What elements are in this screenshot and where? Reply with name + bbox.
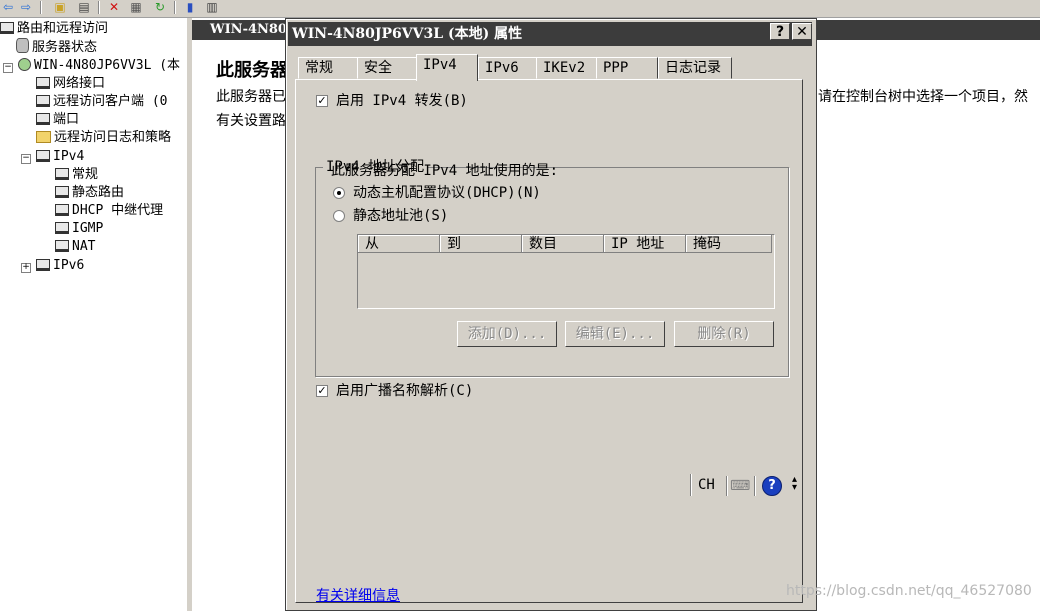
watermark: https://blog.csdn.net/qq_46527080 [786, 583, 1032, 599]
tree-item-network-interfaces[interactable]: 网络接口 [36, 75, 105, 93]
ipv6-icon [36, 259, 50, 271]
tab-ppp[interactable]: PPP [596, 57, 658, 79]
tree-item-ipv4[interactable]: IPv4 [36, 148, 84, 166]
tree-item-routing-remote-access[interactable]: 路由和远程访问 [0, 20, 108, 38]
tree-item-dhcp-relay[interactable]: DHCP 中继代理 [55, 202, 163, 220]
server-status-icon [16, 38, 29, 53]
column-from[interactable]: 从 [358, 235, 440, 253]
ports-icon [36, 113, 50, 125]
dialog-title: WIN-4N80JP6VV3L (本地) 属性 [292, 26, 523, 42]
details-title: 此服务器 [216, 60, 288, 81]
dhcp-relay-icon [55, 204, 69, 216]
static-routes-icon [55, 186, 69, 198]
tree-item-logging-policy[interactable]: 远程访问日志和策略 [36, 129, 171, 147]
server-icon [18, 58, 31, 71]
help-button[interactable]: ? [770, 23, 790, 40]
remote-client-icon [36, 95, 50, 107]
enable-broadcast-label: 启用广播名称解析(C) [336, 383, 474, 399]
enable-ipv4-forwarding-label: 启用 IPv4 转发(B) [336, 93, 468, 109]
console-pane-icon[interactable]: ▥ [204, 0, 220, 14]
tab-general[interactable]: 常规 [298, 57, 360, 79]
toolbar: ⇦ ⇨ ▣ ▤ ✕ ▦ ↻ ▮ ▥ [0, 0, 1040, 18]
up-folder-icon[interactable]: ▣ [52, 0, 68, 14]
tab-ipv4[interactable]: IPv4 [416, 54, 478, 81]
column-mask[interactable]: 掩码 [686, 235, 772, 253]
static-pool-radio-label: 静态地址池(S) [353, 208, 449, 224]
column-count[interactable]: 数目 [522, 235, 604, 253]
tree-item-general[interactable]: 常规 [55, 166, 98, 184]
refresh-icon[interactable]: ↻ [152, 0, 168, 14]
address-pool-list[interactable]: 从 到 数目 IP 地址 掩码 [357, 234, 775, 309]
enable-broadcast-checkbox[interactable]: ✓ [316, 385, 328, 397]
more-info-link[interactable]: 有关详细信息 [316, 585, 400, 605]
properties-icon[interactable]: ▦ [128, 0, 144, 14]
tree-item-server-status[interactable]: 服务器状态 [16, 38, 97, 56]
close-button[interactable]: ✕ [792, 23, 812, 40]
collapse-icon[interactable]: − [3, 63, 13, 73]
tree-item-server[interactable]: WIN-4N80JP6VV3L (本 [18, 57, 180, 75]
options-arrow-icon[interactable]: ▴ ▾ [792, 475, 797, 493]
tree-item-ports[interactable]: 端口 [36, 111, 79, 129]
delete-button[interactable]: 删除(R) [674, 321, 774, 347]
forward-arrow-icon[interactable]: ⇨ [18, 0, 34, 14]
general-icon [55, 168, 69, 180]
column-to[interactable]: 到 [440, 235, 522, 253]
igmp-icon [55, 222, 69, 234]
column-ip-address[interactable]: IP 地址 [604, 235, 686, 253]
help-icon[interactable]: ? [762, 476, 782, 496]
folder-icon [36, 131, 51, 143]
dhcp-radio-label: 动态主机配置协议(DHCP)(N) [353, 185, 541, 201]
static-pool-radio[interactable] [333, 210, 345, 222]
computer-icon [0, 22, 14, 34]
network-interface-icon [36, 77, 50, 89]
edit-button[interactable]: 编辑(E)... [565, 321, 665, 347]
language-indicator[interactable]: CH [698, 477, 715, 493]
tree-item-ipv6[interactable]: IPv6 [36, 257, 84, 275]
back-arrow-icon[interactable]: ⇦ [0, 0, 16, 14]
dhcp-radio[interactable] [333, 187, 345, 199]
nat-icon [55, 240, 69, 252]
ipv4-icon [36, 150, 50, 162]
delete-icon[interactable]: ✕ [106, 0, 122, 14]
tab-ipv6[interactable]: IPv6 [478, 57, 538, 79]
tab-security[interactable]: 安全 [357, 57, 419, 79]
properties-dialog: WIN-4N80JP6VV3L (本地) 属性 ? ✕ 常规 安全 IPv4 I… [285, 18, 817, 611]
help-book-icon[interactable]: ▮ [182, 0, 198, 14]
details-text-right: 请在控制台树中选择一个项目，然 [818, 89, 1028, 105]
keyboard-icon[interactable]: ⌨ [730, 478, 750, 494]
collapse-icon[interactable]: − [21, 154, 31, 164]
tree-item-remote-clients[interactable]: 远程访问客户端 (0 [36, 93, 167, 111]
tree-item-igmp[interactable]: IGMP [55, 220, 103, 238]
enable-ipv4-forwarding-checkbox[interactable]: ✓ [316, 95, 328, 107]
add-button[interactable]: 添加(D)... [457, 321, 557, 347]
tree-item-static-routes[interactable]: 静态路由 [55, 184, 124, 202]
expand-icon[interactable]: + [21, 263, 31, 273]
address-assignment-description: 此服务器分配 IPv4 地址使用的是: [331, 163, 559, 179]
details-text-line1: 此服务器已 [216, 89, 286, 105]
details-text-line2: 有关设置路 [216, 113, 286, 129]
tab-logging[interactable]: 日志记录 [658, 57, 732, 79]
tree-item-nat[interactable]: NAT [55, 238, 95, 256]
dialog-title-bar[interactable]: WIN-4N80JP6VV3L (本地) 属性 [288, 22, 812, 46]
tab-ikev2[interactable]: IKEv2 [536, 57, 598, 79]
console-tree: 路由和远程访问 服务器状态 − WIN-4N80JP6VV3L (本 网络接口 … [0, 18, 187, 611]
show-pane-icon[interactable]: ▤ [76, 0, 92, 14]
